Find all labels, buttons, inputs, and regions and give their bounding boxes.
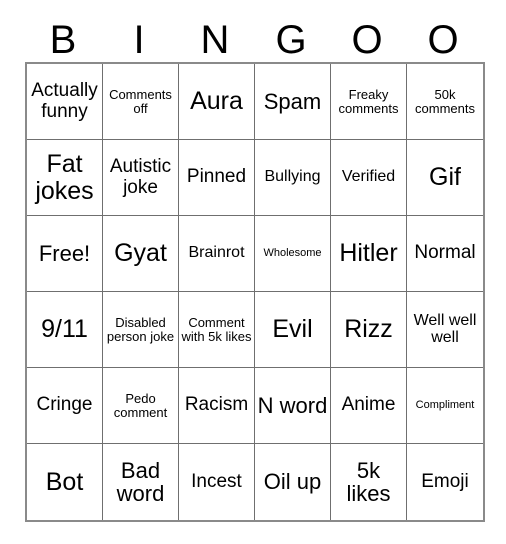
bingo-cell-label: Comment with 5k likes	[181, 314, 252, 344]
bingo-cell[interactable]: Pedo comment	[103, 368, 179, 444]
bingo-cell[interactable]: Incest	[179, 444, 255, 520]
bingo-row: Fat jokes Autistic joke Pinned Bullying Veri…	[27, 140, 483, 216]
bingo-cell-label: Cringe	[36, 394, 93, 416]
bingo-grid: Actually funny Comments off Aura Spam Freaky…	[25, 62, 485, 522]
bingo-cell-label: Incest	[191, 470, 242, 492]
bingo-cell[interactable]: Racism	[179, 368, 255, 444]
bingo-card: B I N G O O Actually funny Comments off Au…	[25, 8, 485, 522]
bingo-cell-label: Brainrot	[188, 244, 245, 262]
bingo-cell-label: Autistic joke	[109, 156, 172, 198]
bingo-cell[interactable]: Wholesome	[255, 216, 331, 292]
bingo-cell-label: Spam	[263, 88, 322, 114]
bingo-cell[interactable]: Anime	[331, 368, 407, 444]
bingo-cell-label: Gyat	[114, 239, 167, 268]
bingo-cell-label: Rizz	[344, 315, 393, 344]
bingo-cell-label: 5k likes	[346, 457, 391, 506]
bingo-cell[interactable]: Compliment	[407, 368, 483, 444]
bingo-cell-label: Compliment	[415, 398, 475, 411]
bingo-cell[interactable]: Free!	[27, 216, 103, 292]
bingo-cell-label: Pedo comment	[113, 390, 168, 420]
bingo-cell-label: 50k comments	[415, 86, 475, 116]
bingo-row: 9/11 Disabled person joke Comment with 5k …	[27, 292, 483, 368]
bingo-header-letter-1: B	[49, 18, 77, 62]
bingo-cell-label: Anime	[341, 394, 396, 416]
bingo-cell[interactable]: Disabled person joke	[103, 292, 179, 368]
bingo-cell[interactable]: Comment with 5k likes	[179, 292, 255, 368]
bingo-cell-label: Bullying	[264, 168, 321, 186]
bingo-cell-label: Racism	[184, 394, 249, 416]
bingo-cell[interactable]: Hitler	[331, 216, 407, 292]
bingo-cell-label: Actually funny	[31, 80, 98, 122]
bingo-row: Cringe Pedo comment Racism N word Anime Compl…	[27, 368, 483, 444]
bingo-row: Bot Bad word Incest Oil up 5k likes Emoji	[27, 444, 483, 520]
bingo-cell[interactable]: Gyat	[103, 216, 179, 292]
bingo-cell[interactable]: Well well well	[407, 292, 483, 368]
bingo-header-letter-6: O	[427, 18, 459, 62]
bingo-cell-label: Verified	[341, 168, 396, 186]
bingo-cell[interactable]: Spam	[255, 64, 331, 140]
bingo-cell-label: Freaky comments	[338, 86, 399, 116]
bingo-cell[interactable]: Pinned	[179, 140, 255, 216]
bingo-cell[interactable]: Verified	[331, 140, 407, 216]
bingo-cell[interactable]: Autistic joke	[103, 140, 179, 216]
bingo-cell[interactable]: Bad word	[103, 444, 179, 520]
bingo-cell-label: Bad word	[116, 457, 165, 506]
bingo-cell-label: Hitler	[339, 239, 398, 268]
bingo-header-letter-4: G	[275, 18, 307, 62]
bingo-cell[interactable]: Oil up	[255, 444, 331, 520]
bingo-cell-label: Normal	[414, 242, 476, 264]
bingo-cell[interactable]: 5k likes	[331, 444, 407, 520]
bingo-cell-label: Oil up	[263, 469, 322, 495]
bingo-cell-label: Aura	[190, 87, 243, 116]
bingo-cell[interactable]: Aura	[179, 64, 255, 140]
bingo-cell-label: Free!	[38, 240, 91, 266]
bingo-cell[interactable]: Emoji	[407, 444, 483, 520]
bingo-cell[interactable]: Freaky comments	[331, 64, 407, 140]
bingo-cell-label: N word	[257, 392, 328, 418]
bingo-cell-label: Pinned	[186, 166, 247, 188]
bingo-cell[interactable]: N word	[255, 368, 331, 444]
bingo-cell[interactable]: Brainrot	[179, 216, 255, 292]
bingo-cell-label: Emoji	[421, 470, 469, 492]
bingo-cell[interactable]: Rizz	[331, 292, 407, 368]
bingo-cell[interactable]: Fat jokes	[27, 140, 103, 216]
bingo-cell-label: Fat jokes	[35, 150, 94, 205]
bingo-cell[interactable]: Normal	[407, 216, 483, 292]
bingo-header-letter-2: I	[133, 18, 145, 62]
bingo-cell-label: Gif	[429, 163, 461, 192]
bingo-cell[interactable]: Gif	[407, 140, 483, 216]
bingo-cell-label: Bot	[45, 467, 84, 496]
bingo-cell-label: Disabled person joke	[106, 314, 175, 344]
bingo-cell[interactable]: Cringe	[27, 368, 103, 444]
bingo-cell[interactable]: 50k comments	[407, 64, 483, 140]
bingo-cell[interactable]: Bot	[27, 444, 103, 520]
bingo-header-letter-3: N	[200, 18, 230, 62]
bingo-cell[interactable]: Actually funny	[27, 64, 103, 140]
bingo-cell[interactable]: Comments off	[103, 64, 179, 140]
bingo-cell-label: Wholesome	[263, 246, 322, 259]
bingo-cell-label: 9/11	[41, 315, 88, 344]
bingo-cell-label: Well well well	[413, 311, 477, 346]
bingo-cell-label: Evil	[272, 315, 313, 344]
bingo-cell[interactable]: Evil	[255, 292, 331, 368]
bingo-header-letter-5: O	[351, 18, 383, 62]
bingo-cell-label: Comments off	[109, 86, 172, 116]
bingo-row: Actually funny Comments off Aura Spam Freaky…	[27, 64, 483, 140]
bingo-cell[interactable]: 9/11	[27, 292, 103, 368]
bingo-header: B I N G O O	[25, 8, 481, 62]
bingo-row: Free! Gyat Brainrot Wholesome Hitler Normal	[27, 216, 483, 292]
bingo-cell[interactable]: Bullying	[255, 140, 331, 216]
